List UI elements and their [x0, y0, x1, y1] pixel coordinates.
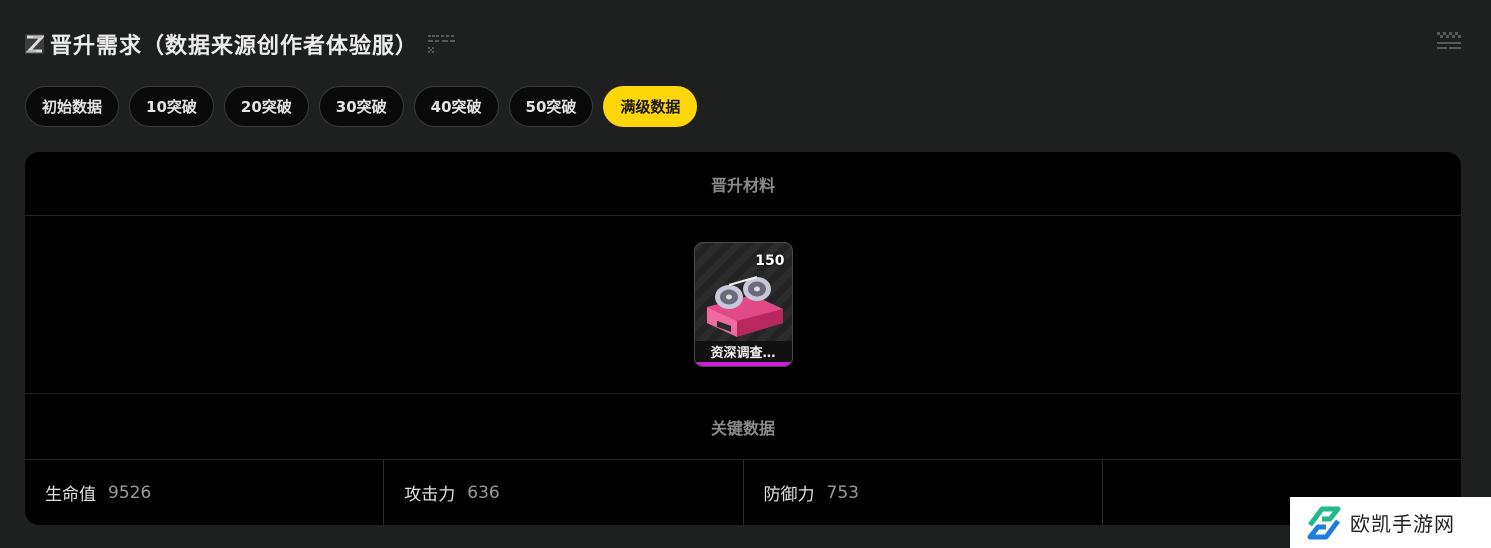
site-watermark: 欧凯手游网 [1290, 497, 1491, 548]
watermark-logo-icon [1307, 506, 1341, 539]
level-tabs: 初始数据 10突破 20突破 30突破 40突破 50突破 满级数据 [25, 86, 698, 127]
material-count: 150 [755, 253, 785, 269]
stat-attack: 攻击力 636 [384, 460, 744, 525]
decorative-pattern-icon [428, 35, 456, 53]
zz-logo-icon [25, 34, 44, 54]
watermark-text: 欧凯手游网 [1350, 512, 1455, 536]
checker-decor-icon [1437, 32, 1461, 49]
stat-value: 9526 [108, 482, 152, 503]
stat-label: 攻击力 [404, 485, 456, 505]
stats-row: 生命值 9526 攻击力 636 防御力 753 [25, 460, 1461, 525]
stat-defense: 防御力 753 [744, 460, 1103, 525]
tab-initial[interactable]: 初始数据 [25, 86, 120, 127]
stat-label: 防御力 [763, 485, 815, 505]
tape-reel-icon [706, 276, 783, 337]
data-panel: 晋升材料 150 资深调查… 关键数据 生命值 9526 攻击力 636 防御力… [25, 152, 1461, 525]
tab-breakthrough-10[interactable]: 10突破 [129, 86, 214, 127]
page-title: 晋升需求（数据来源创作者体验服） [50, 34, 419, 59]
tab-breakthrough-20[interactable]: 20突破 [223, 86, 309, 127]
tab-breakthrough-50[interactable]: 50突破 [508, 86, 594, 127]
material-name: 资深调查… [710, 346, 776, 361]
tab-breakthrough-30[interactable]: 30突破 [318, 86, 404, 127]
stats-section-title: 关键数据 [25, 394, 1461, 460]
stat-hp: 生命值 9526 [25, 460, 385, 525]
stat-value: 753 [826, 482, 859, 503]
materials-list: 150 资深调查… [25, 216, 1461, 394]
tab-max-level[interactable]: 满级数据 [603, 86, 698, 127]
tab-breakthrough-40[interactable]: 40突破 [413, 86, 499, 127]
material-item[interactable]: 150 资深调查… [693, 242, 793, 367]
stat-value: 636 [467, 482, 500, 503]
material-name-bar: 资深调查… [694, 341, 792, 366]
materials-section-title: 晋升材料 [25, 152, 1461, 216]
page-header: 晋升需求（数据来源创作者体验服） [25, 26, 460, 62]
stat-label: 生命值 [45, 485, 96, 505]
